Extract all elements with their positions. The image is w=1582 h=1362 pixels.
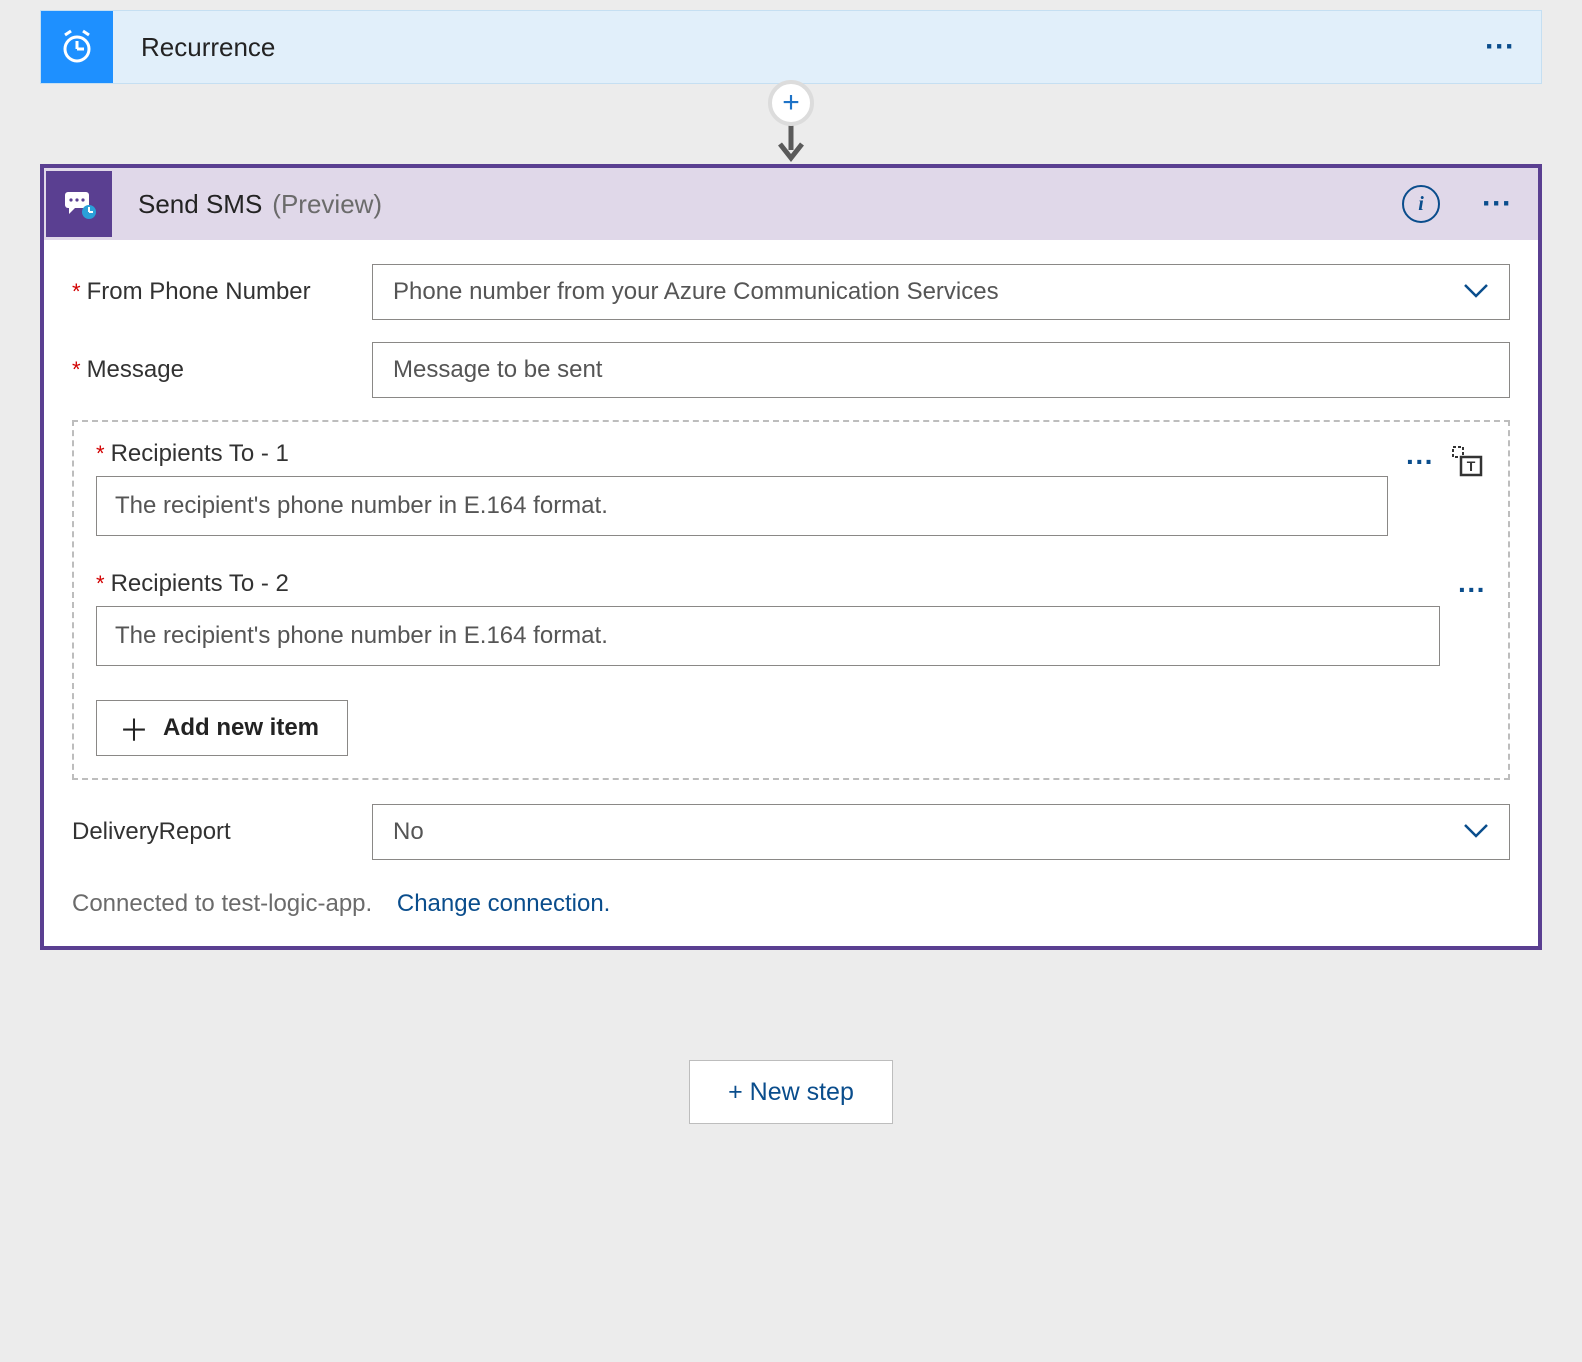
clock-alarm-icon [41,11,113,83]
new-step-button[interactable]: + New step [689,1060,893,1124]
delivery-report-row: DeliveryReport No [72,804,1510,860]
required-asterisk: * [72,279,81,305]
from-phone-label: * From Phone Number [72,278,372,306]
send-sms-body: * From Phone Number Phone number from yo… [44,240,1538,946]
recipient-1-more-menu[interactable]: ··· [1406,446,1434,478]
send-sms-card: Send SMS (Preview) i ··· * From Phone Nu… [40,164,1542,950]
add-new-item-button[interactable]: ＋ Add new item [96,700,348,756]
required-asterisk: * [96,571,105,597]
chat-bubble-icon [46,171,112,237]
chevron-down-icon [1463,818,1489,846]
recurrence-more-menu[interactable]: ··· [1459,30,1541,64]
delivery-report-value: No [393,818,424,846]
message-label: * Message [72,356,372,384]
delivery-report-select[interactable]: No [372,804,1510,860]
message-row: * Message Message to be sent [72,342,1510,398]
svg-text:T: T [1467,458,1476,474]
chevron-down-icon [1463,278,1489,306]
plus-icon: + [782,88,800,118]
recipients-group: * Recipients To - 1 The recipient's phon… [72,420,1510,780]
recipient-row-2: * Recipients To - 2 The recipient's phon… [96,570,1486,666]
recipient-2-placeholder: The recipient's phone number in E.164 fo… [115,622,608,650]
change-connection-link[interactable]: Change connection. [397,890,611,917]
info-icon[interactable]: i [1402,185,1440,223]
insert-step-button[interactable]: + [768,80,814,126]
recipient-1-placeholder: The recipient's phone number in E.164 fo… [115,492,608,520]
plus-icon: ＋ [119,706,149,750]
recipient-2-more-menu[interactable]: ··· [1458,574,1486,606]
message-placeholder: Message to be sent [393,356,602,384]
connector-line: + [768,84,814,164]
token-picker-icon[interactable]: T [1450,444,1486,480]
send-sms-header[interactable]: Send SMS (Preview) i ··· [44,168,1538,240]
delivery-report-label: DeliveryReport [72,818,372,846]
connection-status: Connected to test-logic-app. [72,890,372,917]
send-sms-subtitle: (Preview) [272,189,1402,220]
arrow-down-icon [776,120,806,164]
send-sms-title: Send SMS [138,189,262,220]
recurrence-title: Recurrence [141,32,1459,63]
required-asterisk: * [96,441,105,467]
from-phone-select[interactable]: Phone number from your Azure Communicati… [372,264,1510,320]
required-asterisk: * [72,357,81,383]
send-sms-more-menu[interactable]: ··· [1456,187,1538,221]
connection-footer: Connected to test-logic-app. Change conn… [72,890,1510,918]
recurrence-card[interactable]: Recurrence ··· [40,10,1542,84]
message-input[interactable]: Message to be sent [372,342,1510,398]
recipient-2-label: * Recipients To - 2 [96,570,1440,598]
from-phone-row: * From Phone Number Phone number from yo… [72,264,1510,320]
recipient-2-input[interactable]: The recipient's phone number in E.164 fo… [96,606,1440,666]
recipient-1-input[interactable]: The recipient's phone number in E.164 fo… [96,476,1388,536]
recipient-row-1: * Recipients To - 1 The recipient's phon… [96,440,1486,536]
from-phone-placeholder: Phone number from your Azure Communicati… [393,278,999,306]
recipient-1-label: * Recipients To - 1 [96,440,1388,468]
logic-app-designer: Recurrence ··· + [40,10,1542,1124]
